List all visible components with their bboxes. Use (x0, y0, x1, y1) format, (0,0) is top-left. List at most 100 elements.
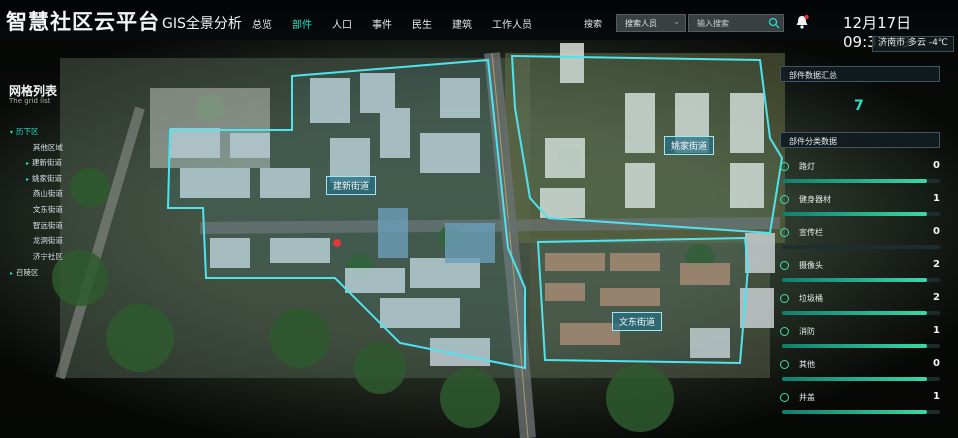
grid-tree-item[interactable]: 文东街道 (26, 204, 63, 215)
category-count: 2 (933, 292, 940, 303)
category-bar-fill (782, 179, 928, 183)
top-header: 智慧社区云平台 GIS全景分析 总览 部件 人口 事件 民生 建筑 工作人员 搜… (0, 0, 958, 51)
category-ring-icon (780, 195, 789, 204)
category-name: 消防 (799, 327, 815, 336)
grid-tree-item[interactable]: 其他区域 (26, 142, 63, 153)
search-icon[interactable] (768, 17, 780, 29)
category-row[interactable]: 健身器材 1 (780, 193, 946, 225)
nav-overview[interactable]: 总览 (252, 16, 272, 31)
category-name: 健身器材 (799, 195, 831, 204)
blank-icon (26, 254, 30, 261)
search-input[interactable]: 输入搜索 (688, 14, 784, 32)
search-placeholder: 输入搜索 (697, 19, 729, 28)
category-bar-fill (782, 344, 928, 348)
category-bar-track (782, 410, 940, 414)
category-ring-icon (780, 162, 789, 171)
grid-tree-item-label: 历下区 (16, 127, 39, 136)
category-count: 0 (933, 226, 940, 237)
nav-population[interactable]: 人口 (332, 16, 352, 31)
category-row[interactable]: 路灯 0 (780, 160, 946, 192)
category-ring-icon (780, 294, 789, 303)
app-subtitle: GIS全景分析 (162, 16, 242, 32)
category-bar-track (782, 278, 940, 282)
blank-icon (26, 191, 30, 198)
category-row[interactable]: 摄像头 2 (780, 259, 946, 291)
search-type-select[interactable]: 搜索人员 ⌄ (616, 14, 686, 32)
caret-right-icon: ▸ (26, 160, 30, 167)
category-bar-track (782, 344, 940, 348)
district-label-jianxin[interactable]: 建新街道 (326, 176, 377, 195)
category-bar-fill (782, 311, 928, 315)
caret-right-icon: ▸ (26, 176, 30, 183)
category-ring-icon (780, 393, 789, 402)
category-row[interactable]: 宣传栏 0 (780, 226, 946, 258)
grid-tree-item[interactable]: 济宁社区 (26, 251, 63, 262)
category-bar-track (782, 245, 940, 249)
grid-tree-item-label: 姚家街道 (32, 174, 63, 183)
nav-buildings[interactable]: 建筑 (452, 16, 472, 31)
grid-list-subtitle: The grid list (9, 97, 51, 105)
category-name: 其他 (799, 360, 815, 369)
category-row[interactable]: 消防 1 (780, 325, 946, 357)
grid-tree-item[interactable]: ▸ 建新街道 (26, 157, 62, 168)
grid-tree-item[interactable]: 智远街道 (26, 220, 63, 231)
category-ring-icon (780, 360, 789, 369)
grid-tree-item-label: 召陵区 (16, 268, 39, 277)
nav-events[interactable]: 事件 (372, 16, 392, 31)
category-bar-fill (782, 377, 928, 381)
app-title: 智慧社区云平台 (6, 10, 160, 34)
category-bar-fill (782, 410, 928, 414)
category-ring-icon (780, 327, 789, 336)
category-name: 宣传栏 (799, 228, 823, 237)
district-label-wendong[interactable]: 文东街道 (612, 312, 663, 331)
blank-icon (26, 145, 30, 152)
grid-tree-item[interactable]: 燕山街道 (26, 188, 63, 199)
grid-tree-item[interactable]: ▾ 历下区 (10, 126, 39, 137)
category-count: 0 (933, 358, 940, 369)
category-bar-track (782, 311, 940, 315)
nav-staff[interactable]: 工作人员 (492, 16, 532, 31)
category-name: 摄像头 (799, 261, 823, 270)
grid-tree-item-label: 其他区域 (32, 143, 63, 152)
gis-dashboard: 建新街道 姚家街道 文东街道 智慧社区云平台 GIS全景分析 总览 部件 人口 … (0, 0, 958, 438)
nav-livelihood[interactable]: 民生 (412, 16, 432, 31)
category-count: 2 (933, 259, 940, 270)
category-count: 1 (933, 193, 940, 204)
category-name: 井盖 (799, 393, 815, 402)
category-bar-track (782, 377, 940, 381)
category-count: 0 (933, 160, 940, 171)
caret-right-icon: ▸ (10, 270, 14, 277)
category-ring-icon (780, 261, 789, 270)
blank-icon (26, 207, 30, 214)
main-nav: 总览 部件 人口 事件 民生 建筑 工作人员 (252, 16, 552, 31)
category-row[interactable]: 其他 0 (780, 358, 946, 390)
category-name: 路灯 (799, 162, 815, 171)
category-header: 部件分类数据 (780, 132, 940, 148)
grid-tree-item[interactable]: ▸ 姚家街道 (26, 173, 62, 184)
district-label-yaojia[interactable]: 姚家街道 (664, 136, 715, 155)
category-bar-fill (782, 212, 928, 216)
category-bar-track (782, 212, 940, 216)
search-label: 搜索 (584, 20, 603, 30)
category-name: 垃圾桶 (799, 294, 823, 303)
summary-header: 部件数据汇总 (780, 66, 940, 82)
grid-tree-item[interactable]: 龙洞街道 (26, 235, 63, 246)
grid-tree-item[interactable]: ▸ 召陵区 (10, 267, 39, 278)
bell-icon[interactable] (795, 14, 809, 30)
grid-tree-item-label: 文东街道 (32, 205, 63, 214)
category-row[interactable]: 井盖 1 (780, 391, 946, 423)
weather-badge: 济南市 多云 -4℃ (872, 36, 954, 52)
blank-icon (26, 223, 30, 230)
grid-list-panel: 网格列表 The grid list ▾ 历下区 其他区域 ▸ 建新街道 ▸ 姚家街道 燕… (0, 80, 110, 290)
summary-total: 7 (854, 98, 864, 114)
category-bar-fill (782, 278, 928, 282)
grid-tree-item-label: 智远街道 (32, 221, 63, 230)
nav-components[interactable]: 部件 (292, 16, 312, 31)
caret-right-icon: ▾ (10, 129, 14, 136)
blank-icon (26, 238, 30, 245)
category-ring-icon (780, 228, 789, 237)
grid-tree-item-label: 燕山街道 (32, 189, 63, 198)
category-row[interactable]: 垃圾桶 2 (780, 292, 946, 324)
grid-tree-item-label: 济宁社区 (32, 252, 63, 261)
category-count: 1 (933, 325, 940, 336)
